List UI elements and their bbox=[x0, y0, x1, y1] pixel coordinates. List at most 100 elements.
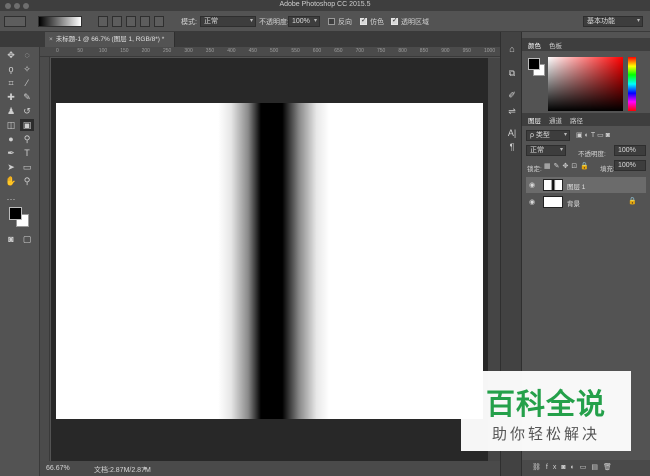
watermark-subtitle: 助你轻松解决 bbox=[491, 426, 600, 443]
angle-gradient-icon[interactable] bbox=[126, 16, 136, 27]
document-tab[interactable]: × 未标题-1 @ 66.7% (图层 1, RGB/8*) * bbox=[45, 32, 175, 47]
blend-mode-dropdown[interactable]: 正常 ▾ bbox=[526, 145, 566, 156]
layer-opacity-label: 不透明度: bbox=[578, 151, 606, 158]
lock-icon: 🔒 bbox=[628, 198, 637, 205]
shape-tool-icon[interactable]: ▭ bbox=[20, 161, 34, 173]
layer-row-background[interactable]: ◉ 背景 🔒 bbox=[526, 194, 646, 210]
eye-icon[interactable]: ◉ bbox=[529, 198, 535, 206]
paragraph-panel-icon[interactable]: ¶ bbox=[506, 142, 518, 153]
marquee-tool-icon[interactable]: ◌ bbox=[20, 49, 34, 61]
eye-icon[interactable]: ◉ bbox=[529, 181, 535, 189]
layer-opacity-field[interactable]: 100% bbox=[614, 145, 646, 156]
dodge-tool-icon[interactable]: ⚲ bbox=[20, 133, 34, 145]
radial-gradient-icon[interactable] bbox=[112, 16, 122, 27]
ruler-tick-label: 450 bbox=[248, 48, 257, 54]
zoom-tool-icon[interactable]: ⚲ bbox=[20, 175, 34, 187]
color-panel-tabs: 颜色 色板 bbox=[522, 38, 650, 51]
layer-row-layer1[interactable]: ◉ 图层 1 bbox=[526, 177, 646, 193]
close-tab-icon[interactable]: × bbox=[49, 36, 53, 43]
lock-icons[interactable]: ▦✎✥⊡🔒 bbox=[544, 162, 592, 170]
hand-tool-icon[interactable]: ✋ bbox=[4, 175, 18, 187]
ruler-tick-label: 900 bbox=[441, 48, 450, 54]
history-brush-icon[interactable]: ↺ bbox=[20, 105, 34, 117]
layer-filter-icons[interactable]: ▣◐T▭◙ bbox=[576, 131, 612, 139]
character-panel-icon[interactable]: A| bbox=[506, 128, 518, 139]
move-tool-icon[interactable]: ✥ bbox=[4, 49, 18, 61]
eraser-icon[interactable]: ◫ bbox=[4, 119, 18, 131]
fill-label: 填充: bbox=[600, 166, 615, 173]
reverse-checkbox[interactable] bbox=[328, 18, 335, 25]
document-canvas[interactable] bbox=[56, 103, 483, 419]
color-spectrum-field[interactable] bbox=[548, 57, 623, 111]
properties-panel-icon[interactable]: ⧉ bbox=[506, 68, 518, 79]
app-title: Adobe Photoshop CC 2015.5 bbox=[279, 1, 371, 8]
reflected-gradient-icon[interactable] bbox=[140, 16, 150, 27]
options-bar: 模式: 正常▾ 不透明度: 100%▾ 反向 仿色 透明区域 基本功能▾ bbox=[0, 11, 650, 32]
brush-tool-icon[interactable]: ✎ bbox=[20, 91, 34, 103]
ruler-tick-label: 550 bbox=[291, 48, 300, 54]
ruler-tick-label: 250 bbox=[163, 48, 172, 54]
transparency-label: 透明区域 bbox=[401, 19, 429, 26]
watermark: 百科全说 助你轻松解决 bbox=[461, 371, 631, 451]
status-bar: 66.67% 文档:2.87M/2.87M ▸ bbox=[40, 461, 500, 476]
screen-mode-icon[interactable]: ▢ bbox=[20, 233, 34, 245]
status-menu-icon[interactable]: ▸ bbox=[144, 464, 148, 472]
title-bar: Adobe Photoshop CC 2015.5 bbox=[0, 0, 650, 11]
layer-name: 背景 bbox=[567, 201, 580, 208]
history-panel-icon[interactable]: ⌂ bbox=[506, 44, 518, 55]
tab-swatches[interactable]: 色板 bbox=[549, 40, 562, 50]
layers-footer-icons[interactable]: ⛓fx◙◐▭▤🗑 bbox=[532, 463, 617, 471]
hue-slider[interactable] bbox=[628, 57, 636, 111]
opacity-field[interactable]: 100% ▾ bbox=[288, 16, 320, 27]
ruler-tick-label: 700 bbox=[355, 48, 364, 54]
layers-footer: ⛓fx◙◐▭▤🗑 bbox=[522, 460, 650, 476]
type-tool-icon[interactable]: T bbox=[20, 147, 34, 159]
layer-name: 图层 1 bbox=[567, 184, 586, 191]
tab-color[interactable]: 颜色 bbox=[528, 40, 541, 50]
tab-layers[interactable]: 图层 bbox=[528, 115, 541, 125]
transparency-checkbox[interactable] bbox=[391, 16, 398, 25]
dither-checkbox[interactable] bbox=[360, 16, 367, 25]
panel-foreground-swatch[interactable] bbox=[528, 58, 540, 70]
dither-label: 仿色 bbox=[370, 19, 384, 26]
reverse-label: 反向 bbox=[338, 19, 352, 26]
chevron-down-icon: ▾ bbox=[249, 18, 253, 24]
gradient-tool-icon[interactable]: ▣ bbox=[20, 119, 34, 131]
path-selection-icon[interactable]: ➤ bbox=[4, 161, 18, 173]
tab-paths[interactable]: 路径 bbox=[570, 115, 583, 125]
stamp-tool-icon[interactable]: ♟ bbox=[4, 105, 18, 117]
more-tools-icon[interactable]: ··· bbox=[4, 193, 18, 205]
ruler-tick-label: 150 bbox=[120, 48, 129, 54]
eyedropper-icon[interactable]: ⁄ bbox=[20, 77, 34, 89]
layer-filter-dropdown[interactable]: ρ 类型 ▾ bbox=[526, 130, 570, 141]
workspace-dropdown[interactable]: 基本功能 ▾ bbox=[583, 16, 643, 27]
mode-dropdown[interactable]: 正常 ▾ bbox=[200, 16, 256, 27]
ruler-tick-label: 100 bbox=[98, 48, 108, 54]
zoom-level[interactable]: 66.67% bbox=[46, 465, 70, 472]
layer-thumbnail bbox=[543, 179, 563, 191]
document-size: 文档:2.87M/2.87M bbox=[94, 467, 151, 474]
blur-tool-icon[interactable]: ● bbox=[4, 133, 18, 145]
linear-gradient-icon[interactable] bbox=[98, 16, 108, 27]
fill-field[interactable]: 100% bbox=[614, 160, 646, 171]
pen-tool-icon[interactable]: ✒ bbox=[4, 147, 18, 159]
lock-label: 锁定: bbox=[527, 166, 542, 173]
tab-channels[interactable]: 通道 bbox=[549, 115, 562, 125]
diamond-gradient-icon[interactable] bbox=[154, 16, 164, 27]
tool-preset-picker[interactable] bbox=[4, 16, 26, 27]
magic-wand-icon[interactable]: ✧ bbox=[20, 63, 34, 75]
horizontal-ruler: 0 50 100 150 200 250 300 350 400 450 500 550 600 650 7… bbox=[40, 47, 500, 57]
crop-tool-icon[interactable]: ⌗ bbox=[4, 77, 18, 89]
ruler-tick-label: 200 bbox=[141, 48, 150, 54]
ruler-tick-label: 350 bbox=[205, 48, 215, 54]
healing-brush-icon[interactable]: ✚ bbox=[4, 91, 18, 103]
gradient-picker[interactable] bbox=[38, 16, 82, 27]
ruler-tick-label: 850 bbox=[419, 48, 429, 54]
brush-panel-icon[interactable]: ✐ bbox=[506, 90, 518, 101]
adjustments-panel-icon[interactable]: ⇌ bbox=[506, 106, 518, 117]
quick-mask-icon[interactable]: ◙ bbox=[4, 233, 18, 245]
foreground-color-swatch-top[interactable] bbox=[9, 207, 22, 220]
watermark-title: 百科全说 bbox=[485, 389, 606, 421]
lasso-tool-icon[interactable]: ϙ bbox=[4, 63, 18, 75]
chevron-down-icon: ▾ bbox=[559, 147, 563, 153]
